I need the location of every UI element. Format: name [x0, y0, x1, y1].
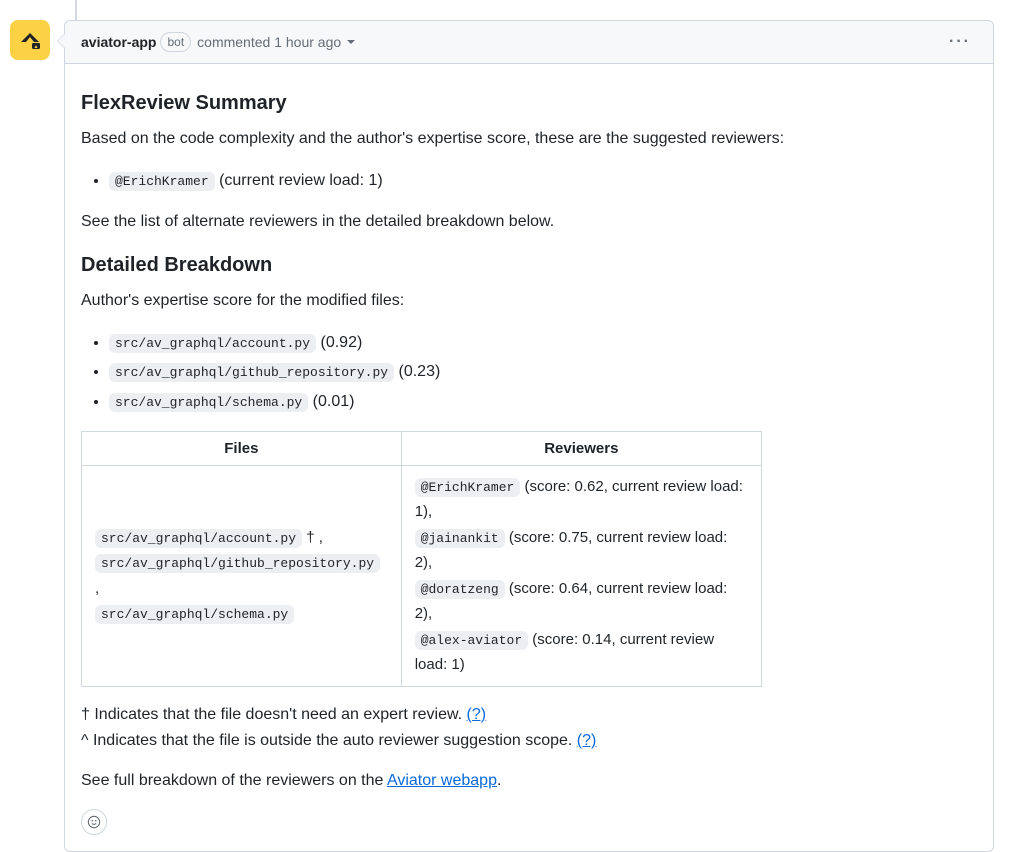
table-file-line: src/av_graphql/account.py † ,: [95, 525, 388, 551]
summary-intro: Based on the code complexity and the aut…: [81, 127, 977, 151]
chevron-down-icon[interactable]: [347, 40, 355, 44]
table-file-line: src/av_graphql/github_repository.py ,: [95, 550, 388, 601]
timeline-line: [75, 0, 77, 20]
file-path: src/av_graphql/github_repository.py: [109, 363, 394, 382]
comment-body: FlexReview Summary Based on the code com…: [65, 64, 993, 851]
help-link[interactable]: (?): [577, 732, 597, 749]
files-cell: src/av_graphql/account.py † ,src/av_grap…: [82, 465, 402, 686]
smiley-icon: [87, 815, 101, 829]
table-reviewer-line: @ErichKramer (score: 0.62, current revie…: [415, 474, 748, 525]
list-item: src/av_graphql/schema.py (0.01): [109, 388, 977, 415]
alt-reviewers-note: See the list of alternate reviewers in t…: [81, 210, 977, 234]
file-path: src/av_graphql/account.py: [95, 529, 302, 548]
add-reaction-button[interactable]: [81, 809, 107, 835]
footnote-dagger: † Indicates that the file doesn't need a…: [81, 703, 977, 727]
see-full-breakdown: See full breakdown of the reviewers on t…: [81, 769, 977, 793]
file-path: src/av_graphql/github_repository.py: [95, 554, 380, 573]
comment-pointer: [57, 33, 65, 49]
reviewer-handle[interactable]: @ErichKramer: [415, 478, 521, 497]
table-file-line: src/av_graphql/schema.py: [95, 601, 388, 627]
breakdown-intro: Author's expertise score for the modifie…: [81, 289, 977, 313]
summary-heading: FlexReview Summary: [81, 92, 977, 115]
table-reviewer-line: @jainankit (score: 0.75, current review …: [415, 525, 748, 576]
file-path: src/av_graphql/schema.py: [95, 605, 294, 624]
aviator-webapp-link[interactable]: Aviator webapp: [387, 772, 497, 789]
comment-container: aviator-app bot commented 1 hour ago ···…: [64, 20, 994, 852]
comment-action: commented: [197, 34, 270, 50]
file-path: src/av_graphql/schema.py: [109, 393, 308, 412]
reviewer-handle[interactable]: @doratzeng: [415, 580, 505, 599]
table-reviewer-line: @doratzeng (score: 0.64, current review …: [415, 576, 748, 627]
footnote-caret: ^ Indicates that the file is outside the…: [81, 729, 977, 753]
file-score-list: src/av_graphql/account.py (0.92)src/av_g…: [81, 329, 977, 415]
list-item: src/av_graphql/github_repository.py (0.2…: [109, 358, 977, 385]
breakdown-table: Files Reviewers src/av_graphql/account.p…: [81, 431, 762, 687]
col-files: Files: [82, 431, 402, 465]
avatar[interactable]: [10, 20, 50, 60]
bot-badge: bot: [160, 32, 191, 52]
more-options-icon[interactable]: ···: [943, 29, 977, 55]
reviewer-handle[interactable]: @jainankit: [415, 529, 505, 548]
reviewer-handle[interactable]: @alex-aviator: [415, 631, 528, 650]
breakdown-heading: Detailed Breakdown: [81, 254, 977, 277]
help-link[interactable]: (?): [467, 706, 487, 723]
aviator-icon: [18, 28, 42, 52]
comment-header: aviator-app bot commented 1 hour ago ···: [65, 21, 993, 64]
comment-time[interactable]: 1 hour ago: [274, 34, 341, 50]
reviewers-cell: @ErichKramer (score: 0.62, current revie…: [401, 465, 761, 686]
table-reviewer-line: @alex-aviator (score: 0.14, current revi…: [415, 627, 748, 678]
suggested-reviewer: @ErichKramer (current review load: 1): [109, 167, 977, 194]
reviewer-handle[interactable]: @ErichKramer: [109, 172, 215, 191]
file-path: src/av_graphql/account.py: [109, 334, 316, 353]
col-reviewers: Reviewers: [401, 431, 761, 465]
list-item: src/av_graphql/account.py (0.92): [109, 329, 977, 356]
author-link[interactable]: aviator-app: [81, 34, 156, 50]
